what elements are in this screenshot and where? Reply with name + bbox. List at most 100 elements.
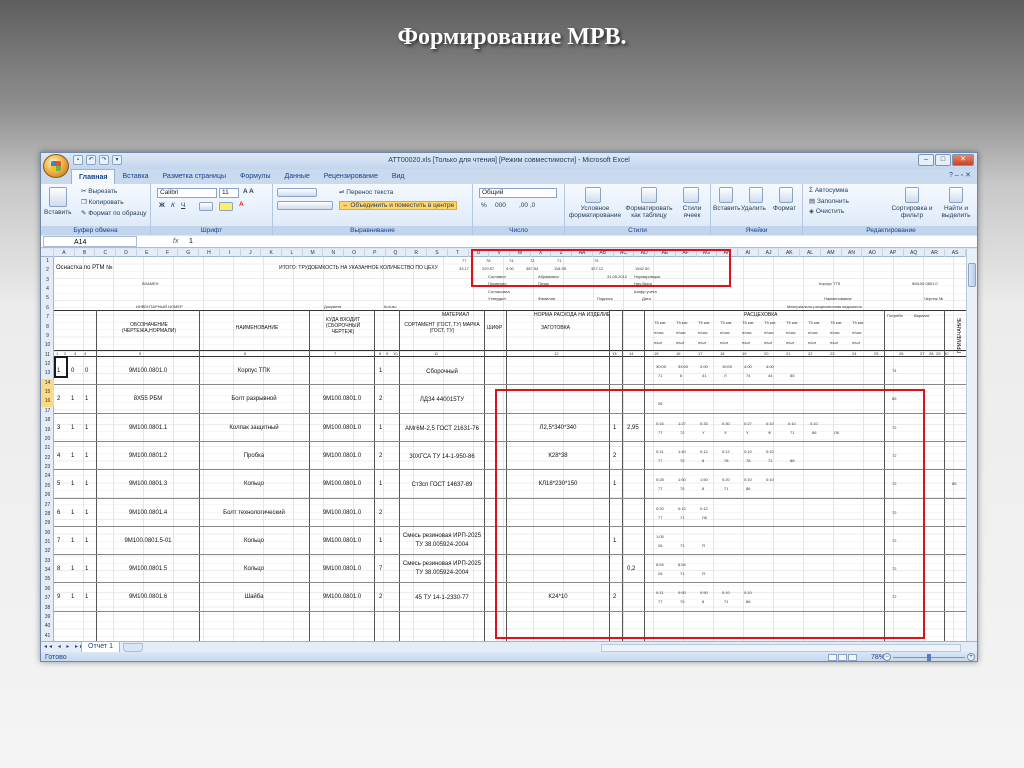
- align-text-icon[interactable]: [277, 201, 333, 210]
- customize-qat-icon[interactable]: ▾: [112, 155, 122, 165]
- column-header[interactable]: F: [158, 249, 179, 257]
- row-header[interactable]: 31: [41, 538, 54, 547]
- decimal-icons[interactable]: ,00 ,0: [519, 202, 535, 209]
- insert-cells-button[interactable]: Вставить: [713, 205, 741, 212]
- row-header[interactable]: 39: [41, 613, 54, 622]
- column-header[interactable]: AJ: [759, 249, 780, 257]
- row-header[interactable]: 11: [41, 351, 54, 360]
- paste-icon[interactable]: [49, 187, 67, 207]
- row-header[interactable]: 19: [41, 426, 54, 435]
- page-break-view-icon[interactable]: [848, 654, 857, 661]
- thousands-button[interactable]: 000: [495, 202, 506, 209]
- row-header[interactable]: 20: [41, 435, 54, 444]
- tab-home[interactable]: Главная: [71, 169, 116, 184]
- column-header[interactable]: AN: [842, 249, 863, 257]
- vertical-scrollbar[interactable]: [966, 249, 977, 641]
- row-header[interactable]: 28: [41, 510, 54, 519]
- delete-cells-button[interactable]: Удалить: [741, 205, 766, 212]
- underline-button[interactable]: Ч: [181, 202, 185, 209]
- row-header[interactable]: 29: [41, 519, 54, 528]
- column-header[interactable]: H: [199, 249, 220, 257]
- column-header[interactable]: P: [365, 249, 386, 257]
- row-header[interactable]: 32: [41, 547, 54, 556]
- redo-icon[interactable]: ↷: [99, 155, 109, 165]
- column-header[interactable]: AP: [883, 249, 904, 257]
- row-header[interactable]: 33: [41, 557, 54, 566]
- paste-button[interactable]: Вставить: [44, 209, 72, 216]
- grow-font-icon[interactable]: A A: [243, 188, 254, 195]
- conditional-format-button[interactable]: Условное форматирование: [567, 205, 623, 219]
- column-header[interactable]: C: [95, 249, 117, 257]
- scroll-thumb[interactable]: [968, 263, 976, 287]
- tab-page-layout[interactable]: Разметка страницы: [156, 169, 234, 184]
- column-header[interactable]: AM: [821, 249, 842, 257]
- row-header[interactable]: 22: [41, 454, 54, 463]
- horizontal-scrollbar[interactable]: [601, 644, 961, 652]
- clear-button[interactable]: ◈ Очистить: [809, 207, 844, 215]
- column-header[interactable]: Q: [386, 249, 407, 257]
- row-header[interactable]: 13: [41, 369, 54, 378]
- column-header[interactable]: AS: [945, 249, 966, 257]
- new-sheet-icon[interactable]: [123, 643, 143, 652]
- row-header[interactable]: 12: [41, 360, 54, 369]
- column-header[interactable]: E: [137, 249, 158, 257]
- column-header[interactable]: O: [344, 249, 365, 257]
- row-header[interactable]: 15: [41, 388, 54, 398]
- row-header[interactable]: 36: [41, 585, 54, 594]
- percent-button[interactable]: %: [481, 202, 487, 209]
- fill-button[interactable]: ▤ Заполнить: [809, 197, 849, 205]
- bold-button[interactable]: Ж: [159, 202, 165, 209]
- tab-insert[interactable]: Вставка: [115, 169, 155, 184]
- zoom-in-icon[interactable]: +: [967, 653, 975, 661]
- row-header[interactable]: 27: [41, 501, 54, 510]
- row-header[interactable]: 3: [41, 276, 54, 285]
- format-as-table-button[interactable]: Форматировать как таблицу: [623, 205, 675, 219]
- column-header[interactable]: AL: [800, 249, 821, 257]
- row-header[interactable]: 40: [41, 622, 54, 631]
- column-header[interactable]: N: [323, 249, 345, 257]
- row-header[interactable]: 17: [41, 407, 54, 416]
- column-header[interactable]: T: [448, 249, 469, 257]
- font-color-icon[interactable]: A: [239, 201, 244, 208]
- column-header[interactable]: G: [178, 249, 200, 257]
- row-header[interactable]: 8: [41, 323, 54, 332]
- row-header[interactable]: 14: [41, 378, 54, 389]
- row-header[interactable]: 38: [41, 604, 54, 613]
- column-header[interactable]: J: [241, 249, 262, 257]
- save-icon[interactable]: ▪: [73, 155, 83, 165]
- help-icon[interactable]: ? – ▫ ✕: [949, 171, 971, 179]
- column-header[interactable]: K: [261, 249, 282, 257]
- row-header[interactable]: 9: [41, 332, 54, 341]
- tab-view[interactable]: Вид: [385, 169, 412, 184]
- merge-center-button[interactable]: ⇔ Объединить и поместить в центре: [339, 201, 458, 210]
- maximize-icon[interactable]: □: [935, 154, 951, 166]
- copy-button[interactable]: ❐ Копировать: [81, 198, 124, 206]
- close-icon[interactable]: ✕: [952, 154, 974, 166]
- normal-view-icon[interactable]: [828, 654, 837, 661]
- corner-cell[interactable]: [41, 249, 54, 257]
- office-button[interactable]: [43, 154, 69, 178]
- tab-review[interactable]: Рецензирование: [317, 169, 385, 184]
- row-header[interactable]: 24: [41, 472, 54, 481]
- row-header[interactable]: 6: [41, 304, 54, 313]
- font-name-select[interactable]: Calibri: [157, 188, 217, 198]
- column-header[interactable]: L: [282, 249, 303, 257]
- row-header[interactable]: 4: [41, 285, 54, 294]
- column-header[interactable]: AR: [925, 249, 946, 257]
- row-header[interactable]: 41: [41, 632, 54, 641]
- undo-icon[interactable]: ↶: [86, 155, 96, 165]
- tab-data[interactable]: Данные: [277, 169, 316, 184]
- formula-input[interactable]: 1: [189, 236, 193, 247]
- column-header[interactable]: A: [54, 249, 75, 257]
- row-header[interactable]: 21: [41, 444, 54, 453]
- row-header[interactable]: 16: [41, 397, 54, 407]
- column-header[interactable]: I: [220, 249, 241, 257]
- row-header[interactable]: 10: [41, 341, 54, 350]
- column-header[interactable]: S: [427, 249, 448, 257]
- row-header[interactable]: 23: [41, 463, 54, 472]
- zoom-out-icon[interactable]: −: [883, 653, 891, 661]
- borders-icon[interactable]: [199, 202, 213, 211]
- italic-button[interactable]: К: [171, 202, 175, 209]
- page-layout-view-icon[interactable]: [838, 654, 847, 661]
- cell-styles-button[interactable]: Стили ячеек: [677, 205, 707, 219]
